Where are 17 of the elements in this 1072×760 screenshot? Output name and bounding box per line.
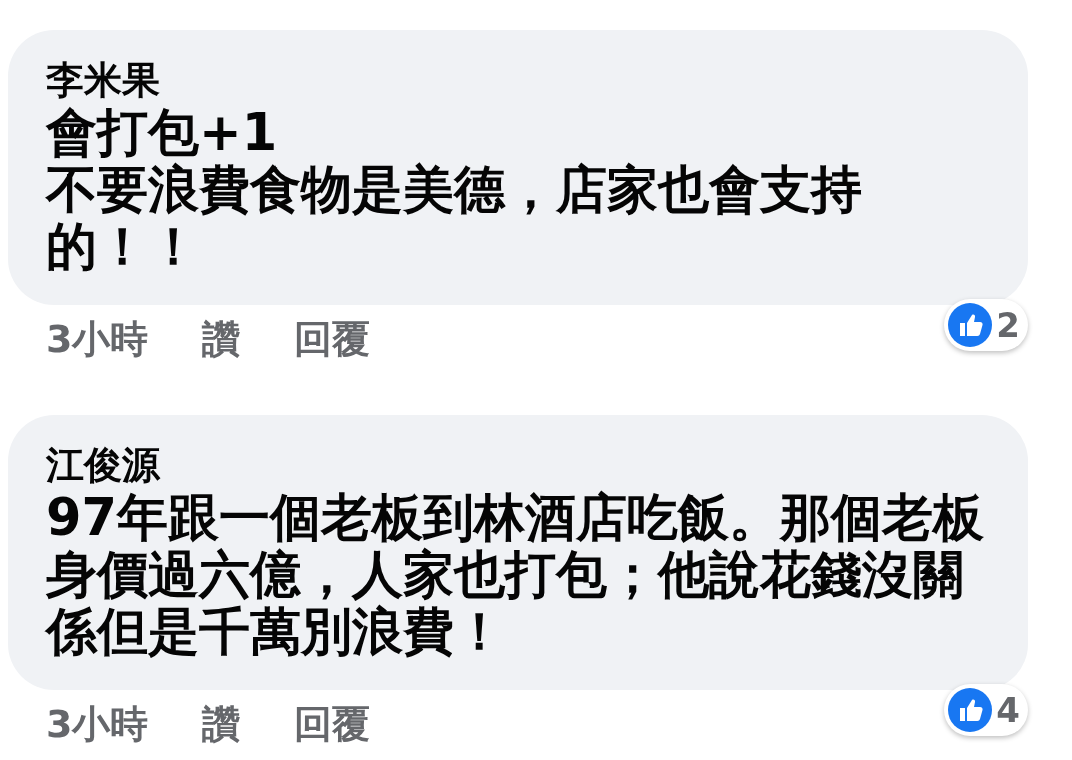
comment-text: 97年跟一個老板到林酒店吃飯。那個老板身價過六億，人家也打包；他說花錢沒關係但是千萬別浪費！	[46, 489, 985, 660]
reaction-count: 2	[996, 304, 1020, 347]
author-name[interactable]: 江俊源	[46, 441, 988, 489]
comment-text: 不要浪費食物是美德，店家也會支持的！！	[46, 161, 863, 275]
reaction-badge[interactable]: 2	[944, 299, 1028, 351]
author-name[interactable]: 李米果	[46, 56, 988, 104]
reply-link[interactable]: 回覆	[294, 700, 371, 748]
reply-link[interactable]: 回覆	[294, 315, 371, 363]
timestamp: 3小時	[46, 316, 149, 363]
thumbs-up-icon	[948, 688, 993, 732]
thumbs-up-icon	[948, 303, 993, 347]
reaction-count: 4	[996, 689, 1020, 732]
reaction-badge[interactable]: 4	[944, 684, 1028, 736]
timestamp: 3小時	[46, 701, 149, 748]
like-link[interactable]: 讚	[202, 700, 241, 748]
comment-text: 會打包+1	[46, 104, 279, 161]
like-link[interactable]: 讚	[202, 315, 241, 363]
